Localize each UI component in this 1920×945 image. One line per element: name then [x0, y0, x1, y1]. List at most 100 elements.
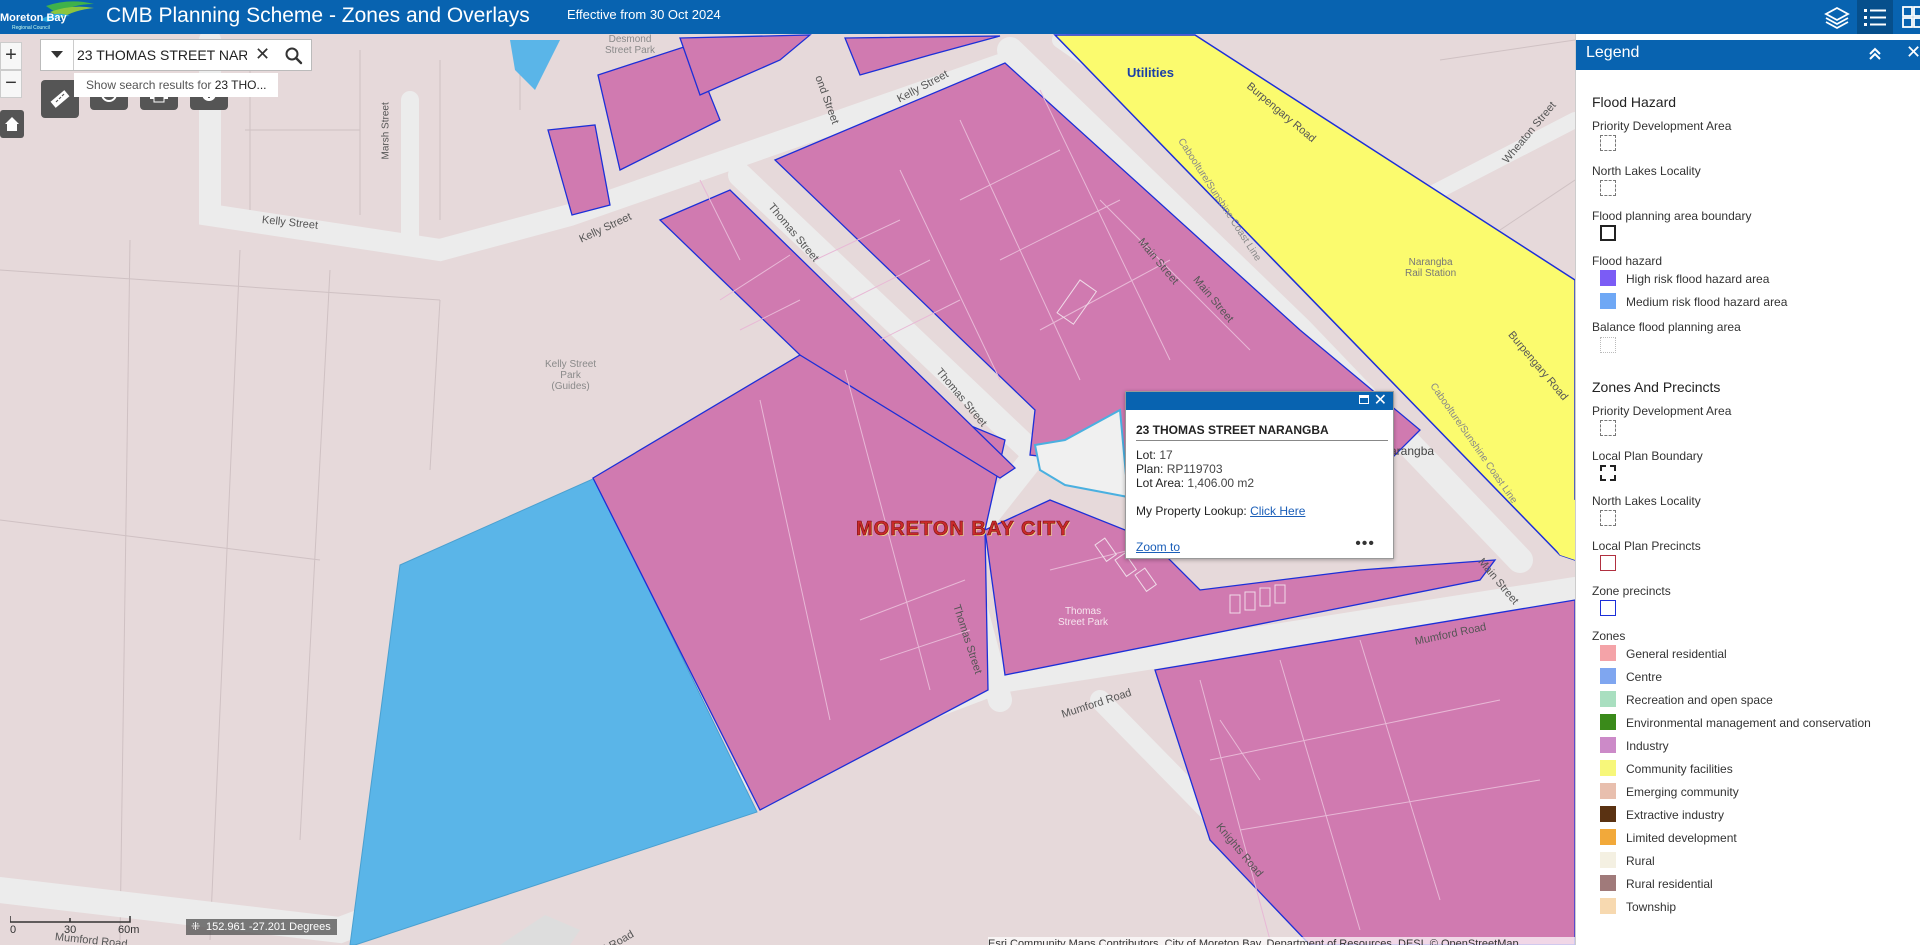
- label-narangba: arangba: [1390, 444, 1435, 458]
- popup-lot-row: Lot: 17: [1136, 448, 1173, 462]
- basemap-icon: [1902, 6, 1920, 28]
- basemap-button[interactable]: [1895, 0, 1920, 34]
- swatch-flood-fpab: [1600, 225, 1616, 241]
- legend-zone-item: Industry: [1626, 739, 1669, 753]
- layers-icon: [1824, 6, 1850, 30]
- label-narangba-rail: Narangba Rail Station: [1405, 257, 1457, 279]
- swatch-zone: [1600, 829, 1616, 845]
- legend-close-icon[interactable]: ✕: [1906, 42, 1920, 63]
- legend-zone-item: Limited development: [1626, 831, 1737, 845]
- label-desmond-street-park: Desmond Street Park: [605, 34, 656, 56]
- popup-divider: [1136, 440, 1388, 441]
- label-utilities: Utilities: [1127, 65, 1174, 80]
- popup-title: 23 THOMAS STREET NARANGBA: [1136, 423, 1329, 437]
- legend-zone-item: Community facilities: [1626, 762, 1733, 776]
- legend-zp-nll: North Lakes Locality: [1592, 494, 1701, 508]
- crosshair-icon: ⁜: [191, 921, 201, 933]
- council-logo: Moreton Bay Regional Council: [0, 0, 96, 34]
- lookup-link[interactable]: Click Here: [1250, 504, 1305, 518]
- legend-zp-zones: Zones: [1592, 629, 1626, 643]
- legend-zp-lpp: Local Plan Precincts: [1592, 539, 1701, 553]
- legend-zone-item: General residential: [1626, 647, 1727, 661]
- home-icon: [5, 117, 19, 131]
- swatch-zone: [1600, 875, 1616, 891]
- swatch-zp-lpb: [1600, 465, 1616, 481]
- legend-flood-fpab: Flood planning area boundary: [1592, 209, 1752, 223]
- legend-flood-nll: North Lakes Locality: [1592, 164, 1701, 178]
- maximize-icon[interactable]: [1359, 395, 1369, 404]
- map-attribution: Esri Community Maps Contributors, City o…: [988, 937, 1575, 945]
- swatch-flood-high: [1600, 270, 1616, 286]
- legend-zone-item: Recreation and open space: [1626, 693, 1773, 707]
- legend-list-icon: [1864, 9, 1886, 26]
- area-label: Lot Area:: [1136, 476, 1185, 490]
- zoom-out-button[interactable]: −: [0, 70, 22, 98]
- search-button[interactable]: [285, 47, 303, 70]
- popup-close-icon[interactable]: ✕: [1374, 392, 1387, 410]
- popup-lookup-row: My Property Lookup: Click Here: [1136, 504, 1305, 518]
- swatch-zone: [1600, 668, 1616, 684]
- swatch-zone: [1600, 783, 1616, 799]
- legend-zp-pda: Priority Development Area: [1592, 404, 1732, 418]
- legend-flood-fh: Flood hazard: [1592, 254, 1663, 268]
- legend-flood-pda: Priority Development Area: [1592, 119, 1732, 133]
- legend-panel: Legend ✕ Flood Hazard Priority Developme…: [1575, 34, 1920, 945]
- app-header: Moreton Bay Regional Council CMB Plannin…: [0, 0, 1920, 34]
- swatch-flood-balance: [1600, 337, 1616, 353]
- scale-label-60: 60m: [118, 924, 140, 936]
- search-icon: [285, 47, 303, 65]
- legend-flood-high: High risk flood hazard area: [1626, 272, 1770, 286]
- swatch-zp-lpp: [1600, 555, 1616, 571]
- swatch-flood-pda: [1600, 135, 1616, 151]
- scale-label-0: 0: [10, 924, 17, 936]
- swatch-zp-zprec: [1600, 600, 1616, 616]
- legend-zone-item: Centre: [1626, 670, 1663, 684]
- suggestion-term: 23 THO...: [214, 78, 267, 92]
- legend-list-button[interactable]: [1857, 0, 1893, 34]
- popup-header: ✕: [1126, 392, 1393, 410]
- zoom-to-link[interactable]: Zoom to: [1136, 540, 1180, 554]
- collapse-icon[interactable]: [1868, 47, 1882, 66]
- swatch-zp-nll: [1600, 510, 1616, 526]
- legend-zp-zprec: Zone precincts: [1592, 584, 1671, 598]
- swatch-zone: [1600, 645, 1616, 661]
- suggestion-prefix: Show search results for: [86, 78, 215, 92]
- plan-label: Plan:: [1136, 462, 1164, 476]
- swatch-zone: [1600, 898, 1616, 914]
- area-value: 1,406.00 m2: [1187, 476, 1255, 490]
- search-input[interactable]: [77, 44, 247, 66]
- swatch-zone: [1600, 806, 1616, 822]
- measure-icon: [50, 90, 70, 108]
- swatch-flood-medium: [1600, 293, 1616, 309]
- popup-plan-row: Plan: RP119703: [1136, 462, 1223, 476]
- label-thomas-street-park: Thomas Street Park: [1058, 606, 1109, 628]
- legend-header: Legend ✕: [1576, 40, 1920, 70]
- label-moreton-bay-city: MORETON BAY CITY: [856, 518, 1071, 541]
- home-button[interactable]: [0, 110, 24, 138]
- legend-zp-lpb: Local Plan Boundary: [1592, 449, 1703, 463]
- effective-date: Effective from 30 Oct 2024: [567, 7, 721, 22]
- scale-label-30: 30: [64, 924, 77, 936]
- app-title: CMB Planning Scheme - Zones and Overlays: [106, 4, 530, 27]
- legend-zone-item: Township: [1626, 900, 1677, 914]
- zoom-in-button[interactable]: +: [0, 42, 22, 70]
- lookup-label: My Property Lookup:: [1136, 504, 1247, 518]
- street-marsh: Marsh Street: [380, 102, 392, 160]
- legend-flood-balance: Balance flood planning area: [1592, 320, 1741, 334]
- search-source-dropdown[interactable]: [41, 40, 74, 70]
- scale-bar: 0 30 60m: [6, 914, 140, 938]
- legend-zone-item: Environmental management and conservatio…: [1626, 716, 1871, 730]
- swatch-zone: [1600, 714, 1616, 730]
- coordinate-value: 152.961 -27.201 Degrees: [206, 921, 331, 933]
- chevron-down-icon: [51, 51, 63, 58]
- coordinate-readout[interactable]: ⁜ 152.961 -27.201 Degrees: [186, 919, 337, 935]
- property-popup: ✕ 23 THOMAS STREET NARANGBA Lot: 17 Plan…: [1125, 391, 1394, 559]
- swatch-zone: [1600, 737, 1616, 753]
- legend-zone-item: Extractive industry: [1626, 808, 1725, 822]
- legend-zone-item: Emerging community: [1626, 785, 1739, 799]
- map-view[interactable]: Utilities MORETON BAY CITY arangba Naran…: [0, 34, 1575, 945]
- layers-button[interactable]: [1819, 0, 1855, 34]
- search-suggestion[interactable]: Show search results for 23 THO...: [74, 73, 278, 97]
- clear-search-icon[interactable]: ✕: [255, 44, 270, 65]
- more-actions-button[interactable]: •••: [1355, 535, 1375, 553]
